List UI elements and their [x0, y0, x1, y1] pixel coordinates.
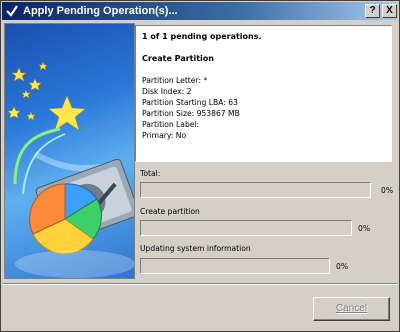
detail-primary: Primary: No — [142, 131, 187, 140]
update-system-progress-bar — [140, 258, 330, 274]
create-partition-progress-bar — [140, 220, 352, 236]
title-bar[interactable]: Apply Pending Operation(s)... ? X — [2, 2, 398, 20]
total-percent: 0% — [381, 186, 394, 195]
total-progress-bar — [140, 182, 371, 198]
detail-disk-index: Disk Index: 2 — [142, 87, 192, 96]
detail-partition-letter: Partition Letter: * — [142, 76, 208, 85]
disk-wizard-illustration — [4, 23, 135, 279]
separator — [3, 283, 397, 285]
operations-count: 1 of 1 pending operations. — [142, 32, 262, 41]
disk-wizard-icon — [7, 61, 134, 278]
create-partition-percent: 0% — [358, 224, 371, 233]
operation-details-panel: 1 of 1 pending operations. Create Partit… — [135, 25, 392, 162]
detail-starting-lba: Partition Starting LBA: 63 — [142, 98, 238, 107]
detail-partition-label: Partition Label: — [142, 120, 200, 129]
close-button[interactable]: X — [382, 4, 397, 18]
detail-partition-size: Partition Size: 953867 MB — [142, 109, 240, 118]
total-label: Total: — [140, 169, 161, 178]
operation-title: Create Partition — [142, 54, 214, 63]
checkmark-icon — [6, 5, 18, 17]
update-system-percent: 0% — [336, 262, 349, 271]
create-partition-label: Create partition — [140, 207, 200, 216]
help-button[interactable]: ? — [365, 4, 380, 18]
update-system-label: Updating system information — [140, 244, 251, 253]
apply-operations-dialog: Apply Pending Operation(s)... ? X 1 of 1… — [0, 0, 400, 332]
cancel-button[interactable]: Cancel — [313, 297, 390, 321]
window-title: Apply Pending Operation(s)... — [23, 5, 178, 17]
